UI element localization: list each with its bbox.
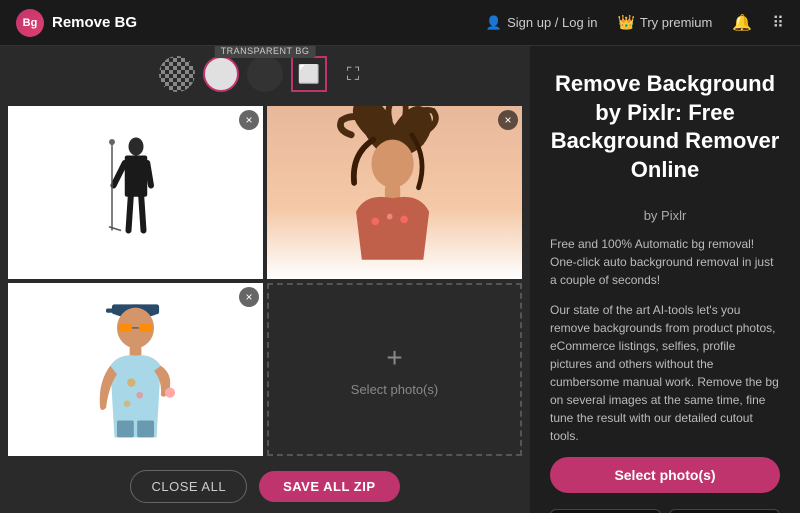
signin-link[interactable]: 👤 Sign up / Log in (486, 15, 598, 31)
user-icon: 👤 (486, 15, 502, 31)
logo-area: Bg Remove BG (16, 9, 486, 37)
black-bg-option[interactable] (247, 56, 283, 92)
grid-icon[interactable]: ⠿ (772, 13, 784, 33)
logo-text: Remove BG (52, 14, 137, 31)
person-silhouette-2 (267, 106, 522, 279)
person-silhouette-1 (106, 133, 166, 253)
toolbar-label: TRANSPARENT BG (215, 46, 316, 58)
google-play-button[interactable]: ▶ GET IT ON Google Play (550, 509, 661, 513)
header-right: 👤 Sign up / Log in 👑 Try premium 🔔 ⠿ (486, 13, 784, 33)
premium-label: Try premium (640, 15, 712, 30)
close-button-2[interactable]: × (498, 110, 518, 130)
select-photos-button[interactable]: Select photo(s) (550, 457, 780, 493)
left-panel: TRANSPARENT BG ⬜ ⛶ × (0, 46, 530, 513)
image-cell-2: × (267, 106, 522, 279)
main-content: TRANSPARENT BG ⬜ ⛶ × (0, 46, 800, 513)
image-grid: × (0, 102, 530, 460)
image-cell-1: × (8, 106, 263, 279)
bell-icon[interactable]: 🔔 (732, 13, 752, 33)
add-photo-icon: + (386, 342, 402, 374)
bottom-bar: CLOSE ALL SAVE ALL ZIP (0, 460, 530, 513)
close-all-button[interactable]: CLOSE ALL (130, 470, 247, 503)
right-panel-title: Remove Background by Pixlr: Free Backgro… (550, 70, 780, 184)
image-cell-3: × (8, 283, 263, 456)
select-photos-text: Select photo(s) (351, 382, 438, 397)
logo-abbr: Bg (23, 17, 38, 29)
crown-icon: 👑 (617, 14, 634, 31)
header: Bg Remove BG 👤 Sign up / Log in 👑 Try pr… (0, 0, 800, 46)
logo-icon: Bg (16, 9, 44, 37)
white-bg-option[interactable] (203, 56, 239, 92)
save-zip-button[interactable]: SAVE ALL ZIP (259, 471, 399, 502)
premium-button[interactable]: 👑 Try premium (617, 14, 712, 31)
by-label: by Pixlr (550, 208, 780, 223)
close-button-1[interactable]: × (239, 110, 259, 130)
app-store-button[interactable]: 🍎 Download on the App Store (669, 509, 780, 513)
store-buttons: ▶ GET IT ON Google Play 🍎 Download on th… (550, 509, 780, 513)
person-silhouette-3 (93, 290, 178, 450)
signin-label: Sign up / Log in (507, 15, 597, 30)
crop-option[interactable]: ⛶ (335, 56, 371, 92)
right-panel: Remove Background by Pixlr: Free Backgro… (530, 46, 800, 513)
toolbar: TRANSPARENT BG ⬜ ⛶ (0, 46, 530, 102)
image-cell-empty[interactable]: + Select photo(s) (267, 283, 522, 456)
square-option[interactable]: ⬜ (291, 56, 327, 92)
close-button-3[interactable]: × (239, 287, 259, 307)
description-1: Free and 100% Automatic bg removal! One-… (550, 235, 780, 289)
transparent-bg-option[interactable] (159, 56, 195, 92)
description-2: Our state of the art AI-tools let's you … (550, 301, 780, 445)
